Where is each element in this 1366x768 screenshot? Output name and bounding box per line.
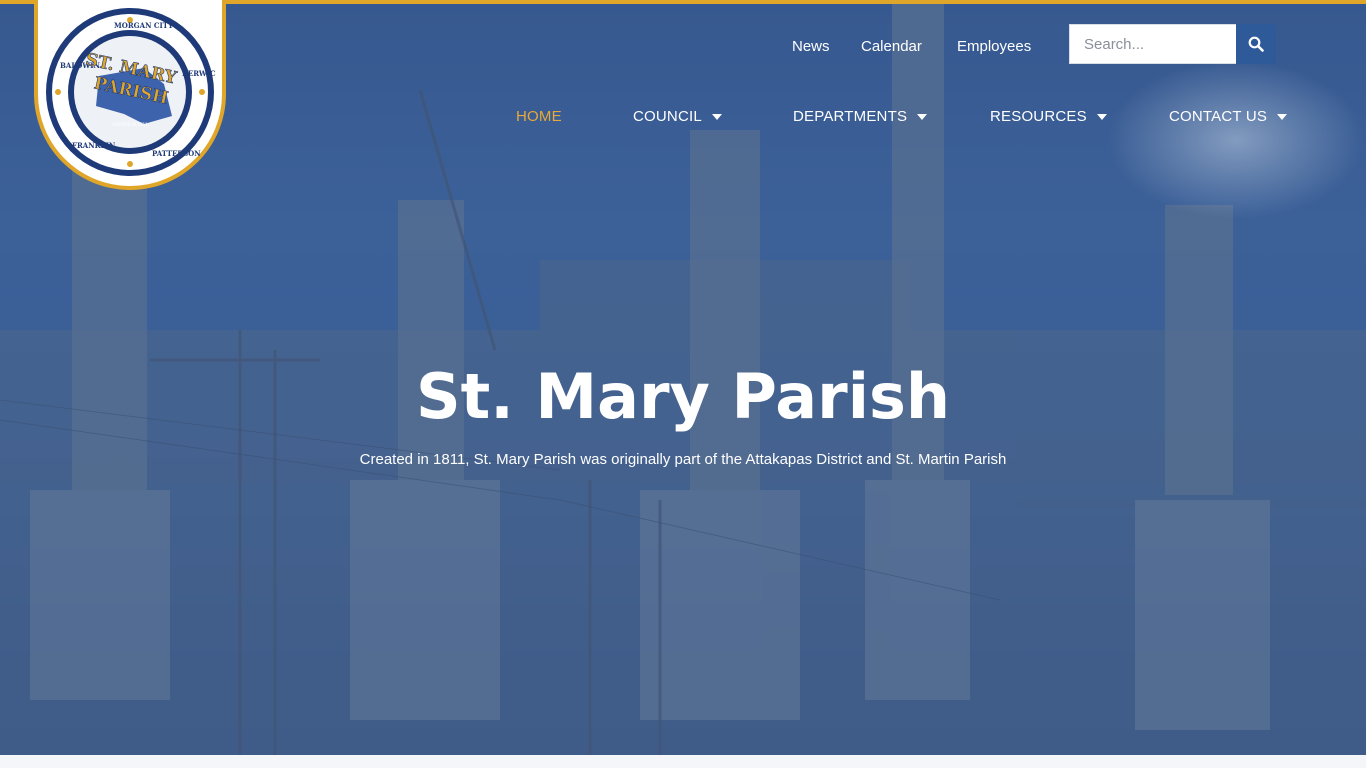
chevron-down-icon <box>1096 113 1107 120</box>
nav-departments-label: DEPARTMENTS <box>793 108 908 125</box>
search-box <box>1069 24 1237 64</box>
nav-contact-us-label: CONTACT US <box>1169 108 1268 125</box>
nav-council-label: COUNCIL <box>633 108 702 125</box>
chevron-down-icon <box>1277 113 1288 120</box>
seal-ring-text-4: FRANKLIN <box>72 141 116 150</box>
site-logo[interactable]: MORGAN CITY BERWICK PATTERSON FRANKLIN B… <box>34 0 226 190</box>
seal-ring-text-3: PATTERSON <box>152 149 201 158</box>
nav-home-label: HOME <box>516 108 562 125</box>
nav-contact-us[interactable]: CONTACT US <box>1169 108 1288 125</box>
nav-resources-label: RESOURCES <box>990 108 1087 125</box>
parish-seal-icon: MORGAN CITY BERWICK PATTERSON FRANKLIN B… <box>46 8 216 176</box>
search-icon <box>1248 36 1264 52</box>
seal-year: CREATED IN 1811 <box>112 122 148 127</box>
nav-resources[interactable]: RESOURCES <box>990 108 1107 125</box>
utility-link-calendar[interactable]: Calendar <box>861 38 922 55</box>
nav-home[interactable]: HOME <box>516 108 562 125</box>
utility-link-employees[interactable]: Employees <box>957 38 1031 55</box>
nav-departments[interactable]: DEPARTMENTS <box>793 108 928 125</box>
page-bottom-strip <box>0 755 1366 768</box>
cloud <box>1106 60 1366 220</box>
hero-title: St. Mary Parish <box>415 360 951 433</box>
chevron-down-icon <box>917 113 928 120</box>
seal-ring-text-1: MORGAN CITY <box>114 21 174 30</box>
search-button[interactable] <box>1236 24 1276 64</box>
chevron-down-icon <box>711 113 722 120</box>
hero-subtitle: Created in 1811, St. Mary Parish was ori… <box>359 451 1007 468</box>
utility-link-news[interactable]: News <box>792 38 830 55</box>
seal-ring-text-2: BERWICK <box>182 69 216 78</box>
nav-council[interactable]: COUNCIL <box>633 108 722 125</box>
search-input[interactable] <box>1070 25 1234 63</box>
